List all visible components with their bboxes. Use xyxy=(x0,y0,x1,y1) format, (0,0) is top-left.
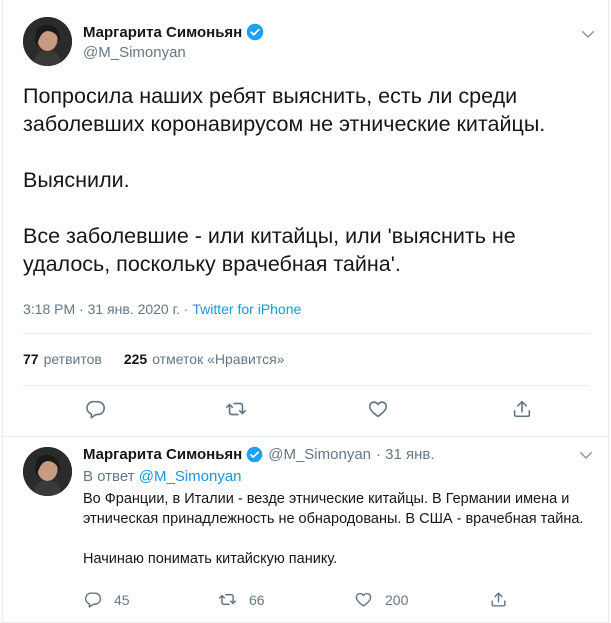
retweet-count: 66 xyxy=(249,591,265,608)
retweet-button[interactable]: 66 xyxy=(218,590,265,609)
likes-count: 225 xyxy=(123,351,148,367)
divider xyxy=(23,333,589,334)
reply-text: Во Франции, в Италии - везде этнические … xyxy=(83,491,584,567)
reply-button[interactable]: 45 xyxy=(83,590,130,609)
tweet-source-link[interactable]: Twitter for iPhone xyxy=(192,301,301,317)
reply-header: Маргарита Симоньян @M_Simonyan · 31 янв. xyxy=(83,446,435,463)
author-name[interactable]: Маргарита Симоньян xyxy=(83,24,242,41)
divider xyxy=(23,385,589,386)
chevron-down-icon[interactable] xyxy=(579,25,597,43)
in-reply-handle-link[interactable]: @M_Simonyan xyxy=(139,468,242,485)
like-count: 200 xyxy=(385,591,409,608)
chevron-down-icon[interactable] xyxy=(577,446,595,464)
verified-badge-icon xyxy=(246,23,264,41)
author-avatar[interactable] xyxy=(23,17,72,66)
tweet-timestamp[interactable]: 3:18 PM · 31 янв. 2020 г. · xyxy=(23,301,192,317)
like-button[interactable]: 200 xyxy=(354,590,408,609)
likes-stat[interactable]: 225 отметок «Нравится» xyxy=(124,351,285,367)
reply-tweet[interactable]: Маргарита Симоньян @M_Simonyan · 31 янв.… xyxy=(3,437,608,623)
retweets-stat[interactable]: 77 ретвитов xyxy=(23,351,102,367)
reply-icon xyxy=(84,592,102,608)
reply-icon[interactable] xyxy=(84,398,106,420)
tweet-text: Попросила наших ребят выяснить, есть ли … xyxy=(23,84,546,276)
author-handle[interactable]: @M_Simonyan xyxy=(83,44,186,61)
tweet-stats: 77 ретвитов 225 отметок «Нравится» xyxy=(23,351,306,367)
author-handle[interactable]: @M_Simonyan xyxy=(268,446,371,463)
author-name[interactable]: Маргарита Симоньян xyxy=(83,446,242,463)
retweet-icon[interactable] xyxy=(225,398,247,420)
retweets-count: 77 xyxy=(23,351,39,367)
author-avatar[interactable] xyxy=(23,447,72,496)
share-button[interactable] xyxy=(489,590,520,609)
likes-label: отметок «Нравится» xyxy=(152,351,285,367)
like-icon[interactable] xyxy=(367,398,389,420)
retweet-icon xyxy=(218,594,237,605)
main-tweet[interactable]: Маргарита Симоньян @M_Simonyan Попросила… xyxy=(3,0,608,437)
tweet-thread: Маргарита Симоньян @M_Simonyan Попросила… xyxy=(2,0,609,623)
like-icon xyxy=(355,592,372,607)
verified-badge-icon xyxy=(246,446,263,463)
reply-date[interactable]: · 31 янв. xyxy=(376,446,435,463)
share-icon[interactable] xyxy=(511,398,533,420)
retweets-label: ретвитов xyxy=(43,351,102,367)
in-reply-prefix: В ответ xyxy=(83,468,139,485)
reply-actions: 45 66 200 xyxy=(83,590,583,610)
tweet-meta: 3:18 PM · 31 янв. 2020 г. · Twitter for … xyxy=(23,301,301,317)
share-icon xyxy=(491,592,506,607)
in-reply-to: В ответ @M_Simonyan xyxy=(83,468,242,485)
author-name-row[interactable]: Маргарита Симоньян xyxy=(83,22,264,42)
reply-count: 45 xyxy=(114,591,130,608)
tweet-actions xyxy=(3,398,608,422)
